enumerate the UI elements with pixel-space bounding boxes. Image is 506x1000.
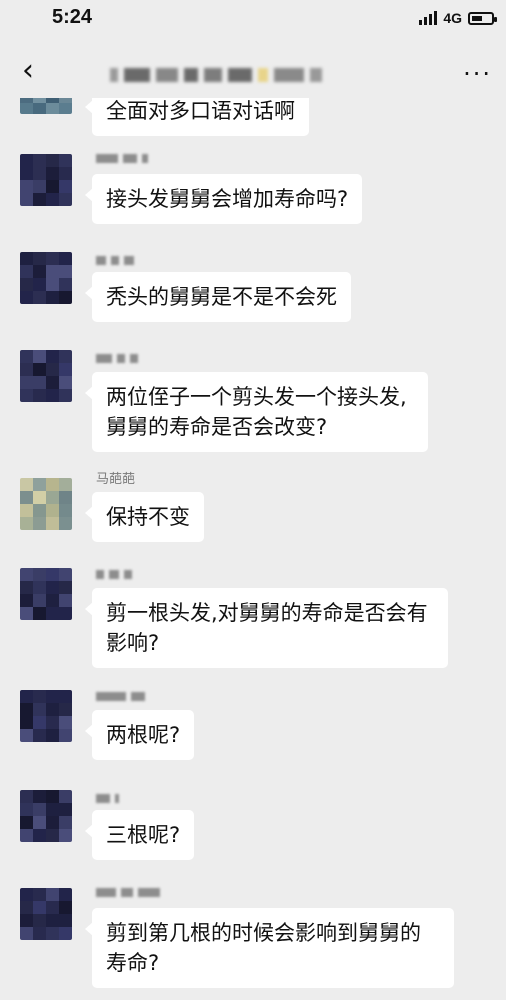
chat-header: ‹ ··· xyxy=(0,44,506,104)
status-time: 5:24 xyxy=(52,6,93,28)
message-bubble[interactable]: 两位侄子一个剪头发一个接头发,舅舅的寿命是否会改变? xyxy=(85,372,428,452)
avatar[interactable] xyxy=(20,888,72,940)
sender-name-redacted xyxy=(96,152,153,167)
sender-name-redacted xyxy=(96,792,124,807)
message-bubble[interactable]: 剪到第几根的时候会影响到舅舅的寿命? xyxy=(85,908,454,988)
avatar[interactable] xyxy=(20,252,72,304)
message-bubble[interactable]: 三根呢? xyxy=(84,810,195,860)
avatar[interactable] xyxy=(20,568,72,620)
sender-name-redacted xyxy=(96,886,165,901)
avatar[interactable] xyxy=(20,350,72,402)
message-item: 全面对多口语对话啊 xyxy=(0,98,506,138)
sender-name-redacted xyxy=(96,254,139,269)
avatar[interactable] xyxy=(20,154,72,206)
sender-name: 马葩葩 xyxy=(96,472,136,487)
signal-icon xyxy=(419,11,438,25)
avatar-mosaic xyxy=(20,154,72,206)
chevron-left-icon[interactable]: ‹ xyxy=(22,56,34,86)
avatar-mosaic xyxy=(20,790,72,842)
chat-title-redacted xyxy=(110,68,322,82)
status-bar: 5:24 4G xyxy=(0,0,506,38)
sender-name-redacted xyxy=(96,352,143,367)
avatar-mosaic xyxy=(20,568,72,620)
avatar[interactable] xyxy=(20,790,72,842)
message-bubble[interactable]: 秃头的舅舅是不是不会死 xyxy=(85,272,351,322)
message-bubble[interactable]: 全面对多口语对话啊 xyxy=(85,98,309,136)
message-bubble[interactable]: 两根呢? xyxy=(84,710,195,760)
sender-name-redacted xyxy=(96,568,137,583)
avatar-mosaic xyxy=(20,690,72,742)
message-bubble[interactable]: 保持不变 xyxy=(85,492,204,542)
avatar[interactable] xyxy=(20,690,72,742)
avatar[interactable] xyxy=(20,98,72,114)
avatar[interactable] xyxy=(20,478,72,530)
battery-icon xyxy=(468,11,497,25)
status-icons: 4G xyxy=(419,10,497,26)
avatar-mosaic xyxy=(20,350,72,402)
avatar-mosaic xyxy=(20,252,72,304)
avatar-mosaic xyxy=(20,478,72,530)
message-bubble[interactable]: 接头发舅舅会增加寿命吗? xyxy=(84,174,363,224)
more-icon[interactable]: ··· xyxy=(463,60,492,88)
network-type: 4G xyxy=(443,10,462,26)
message-list[interactable]: 全面对多口语对话啊 接头发舅舅会增加寿命吗? 秃头的舅舅是不是不会死 两位侄子一… xyxy=(0,98,506,1000)
avatar-mosaic xyxy=(20,888,72,940)
message-bubble[interactable]: 剪一根头发,对舅舅的寿命是否会有影响? xyxy=(85,588,448,668)
sender-name-redacted xyxy=(96,690,150,705)
